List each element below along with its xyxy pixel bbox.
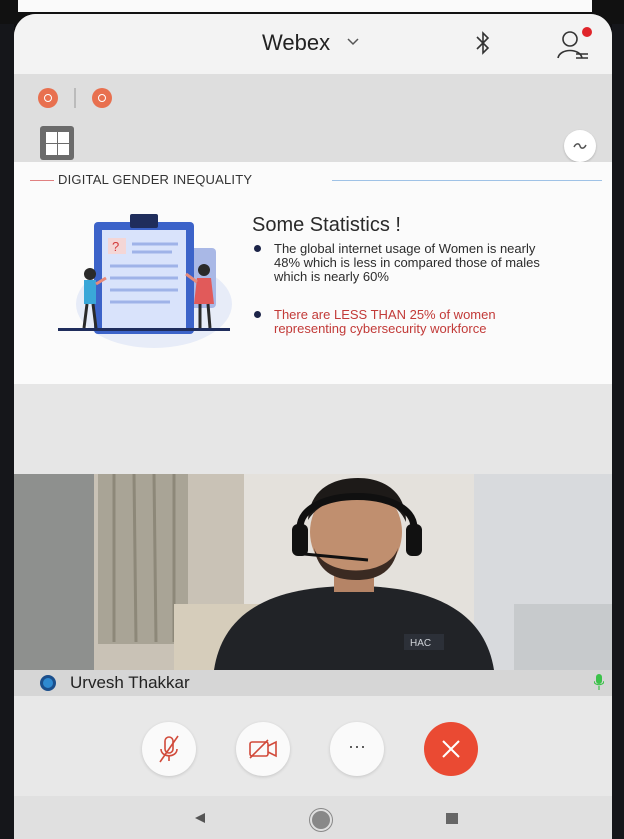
notification-dot [582,27,592,37]
grid-layout-button[interactable] [40,126,74,160]
stat-text: The global internet usage of Women is ne… [274,241,540,284]
android-nav-bar [14,796,612,839]
phone-screen: Webex DIGITAL GENDER INEQUALITY ? Some S… [14,14,612,839]
grid-cell [58,144,69,155]
participants-icon[interactable] [554,26,594,62]
participant-name-bar: Urvesh Thakkar [14,670,612,696]
home-icon[interactable] [310,809,332,831]
grid-cell [58,132,69,143]
more-options-button[interactable]: ··· [330,722,384,776]
app-header: Webex [14,14,612,74]
chevron-down-icon[interactable] [346,34,360,48]
video-toggle-button[interactable] [236,722,290,776]
bullet [254,245,261,252]
svg-text:HAC: HAC [410,638,431,649]
content-gap [14,384,612,474]
end-call-icon [442,740,460,758]
swap-video-icon [573,143,587,149]
top-white-bar [18,0,592,12]
participant-video[interactable]: HAC [14,474,612,670]
end-call-button[interactable] [424,722,478,776]
mute-icon [159,735,179,763]
indicator-divider [74,88,76,108]
participant-name: Urvesh Thakkar [70,673,190,692]
shared-content-slide: DIGITAL GENDER INEQUALITY ? Some Statist… [14,162,612,384]
mute-button[interactable] [142,722,196,776]
device-left-edge [0,24,14,839]
heading-rule-left [30,180,54,181]
more-icon: ··· [348,736,366,756]
grid-cell [46,144,57,155]
video-scene: HAC [14,474,612,670]
grid-cell [46,132,57,143]
device-right-edge [612,24,624,839]
bullet [254,311,261,318]
slide-heading: DIGITAL GENDER INEQUALITY [58,172,253,187]
status-indicator[interactable] [92,88,112,108]
heading-rule-right [332,180,602,181]
video-off-icon [249,739,277,759]
bluetooth-icon[interactable] [472,28,494,58]
active-speaker-icon [40,675,56,691]
stats-title: Some Statistics ! [252,214,401,236]
clipboard-illustration: ? [58,214,232,348]
swap-video-button[interactable] [564,130,596,162]
meeting-toolbar [14,74,612,162]
mic-active-icon [594,674,604,690]
app-title[interactable]: Webex [262,30,330,56]
stat-text: There are LESS THAN 25% of women represe… [274,307,496,336]
svg-text:?: ? [112,239,119,254]
call-controls: ··· [14,696,612,796]
recents-icon[interactable] [446,813,458,824]
recording-indicator[interactable] [38,88,58,108]
back-icon[interactable] [194,812,206,824]
